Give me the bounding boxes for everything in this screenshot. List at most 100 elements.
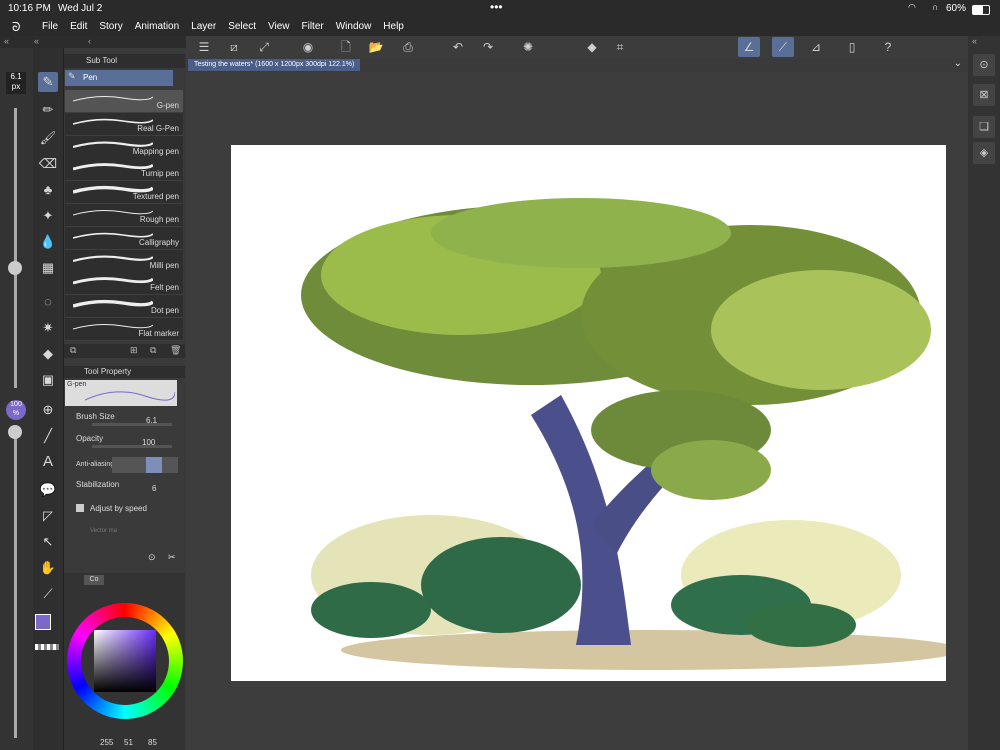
subtool-item[interactable]: Calligraphy <box>65 226 183 250</box>
multitask-dots-icon[interactable]: ••• <box>490 0 503 14</box>
fill-command-icon[interactable]: ◆ <box>584 39 600 55</box>
subtool-duplicate-icon[interactable]: ⧉ <box>150 345 156 356</box>
subtool-panel: Sub Tool ✎ Pen G-pen Real G-Pen Mapping pe… <box>64 48 185 361</box>
blend-tool-icon[interactable]: 💧 <box>38 232 58 252</box>
transform-icon[interactable]: ⤢ <box>256 39 272 55</box>
crop-icon[interactable]: ⌗ <box>612 39 628 55</box>
lasso-tool-icon[interactable]: ◌ <box>38 292 58 312</box>
grid-tool-icon[interactable]: ▦ <box>38 258 58 278</box>
canvas-resize-icon[interactable]: ⧄ <box>226 39 242 55</box>
subtool-item[interactable]: Dot pen <box>65 295 183 319</box>
layer-property-icon[interactable]: ⊠ <box>973 84 995 106</box>
document-tab[interactable]: Testing the waters* (1600 x 1200px 300dp… <box>188 59 361 71</box>
auto-select-tool-icon[interactable]: ✷ <box>38 318 58 338</box>
tool-property-header: Tool Property <box>64 366 185 378</box>
new-file-icon[interactable]: 🗋 <box>338 39 354 55</box>
opacity-value[interactable]: 100 <box>142 438 155 447</box>
menu-select[interactable]: Select <box>222 18 262 36</box>
menu-view[interactable]: View <box>262 18 296 36</box>
pencil-tool-icon[interactable]: ✏ <box>38 100 58 120</box>
gradient-tool-icon[interactable]: ▣ <box>38 370 58 390</box>
snap-ruler-icon[interactable]: ∠ <box>738 37 760 57</box>
record-icon[interactable]: ◉ <box>300 39 316 55</box>
line-tool-icon[interactable]: ╱ <box>38 426 58 446</box>
frame-tool-icon[interactable]: ◸ <box>38 506 58 526</box>
subtool-item[interactable]: Textured pen <box>65 181 183 205</box>
subtool-item-label: Turnip pen <box>141 169 179 179</box>
brush-size-bar[interactable] <box>92 423 172 426</box>
csp-logo-icon[interactable]: ᘐ <box>12 20 20 35</box>
text-tool-icon[interactable]: A <box>38 452 58 472</box>
brush-preset-preview[interactable]: G-pen <box>65 380 177 406</box>
subtool-item[interactable]: Rough pen <box>65 204 183 227</box>
navigator-icon[interactable]: ⊙ <box>973 54 995 76</box>
tool-property-wrench-icon[interactable]: ✂ <box>168 552 176 563</box>
decoration-tool-icon[interactable]: ♣ <box>38 180 58 200</box>
loading-icon[interactable]: ✺ <box>520 39 536 55</box>
save-icon[interactable]: ⎙ <box>400 39 416 55</box>
chevron-left-icon[interactable]: ‹ <box>88 36 91 46</box>
menu-edit[interactable]: Edit <box>64 18 93 36</box>
tool-property-menu-icon[interactable]: ⊙ <box>148 552 156 563</box>
open-file-icon[interactable]: 📂 <box>368 39 384 55</box>
stabilization-value[interactable]: 6 <box>152 484 156 493</box>
eraser-tool-icon[interactable]: ⌫ <box>38 154 58 174</box>
subtool-item[interactable]: Mapping pen <box>65 135 183 159</box>
canvas-paper[interactable] <box>231 145 946 681</box>
collapse-right-icon[interactable]: « <box>972 36 977 46</box>
device-settings-icon[interactable]: ▯ <box>844 39 860 55</box>
airbrush-tool-icon[interactable]: ✦ <box>38 206 58 226</box>
brush-tool-icon[interactable]: 🖌 <box>38 128 58 148</box>
opacity-slider-handle[interactable] <box>8 425 22 439</box>
subtool-delete-icon[interactable]: 🗑 <box>170 345 181 356</box>
brush-size-value[interactable]: 6.1 <box>146 416 157 425</box>
balloon-tool-icon[interactable]: 💬 <box>38 480 58 500</box>
collapse-left-icon[interactable]: « <box>34 36 39 46</box>
help-icon[interactable]: ? <box>880 39 896 55</box>
opacity-bar[interactable] <box>92 445 172 448</box>
main-color-swatch[interactable] <box>35 614 51 630</box>
menu-help[interactable]: Help <box>377 18 410 36</box>
subtool-settings-icon[interactable]: ⧉ <box>70 345 76 356</box>
hand-tool-icon[interactable]: ✋ <box>38 558 58 578</box>
layer-search-icon[interactable]: ❏ <box>973 116 995 138</box>
menu-layer[interactable]: Layer <box>185 18 222 36</box>
brush-size-slider-handle[interactable] <box>8 261 22 275</box>
pen-tool-icon[interactable]: ✎ <box>38 72 58 92</box>
color-g-value: 51 <box>124 738 133 747</box>
collapse-left-icon[interactable]: « <box>4 36 9 46</box>
menu-file[interactable]: File <box>36 18 64 36</box>
brush-size-slider-track[interactable] <box>14 108 17 388</box>
subtool-add-icon[interactable]: ⊞ <box>130 345 138 356</box>
subtool-item-label: Calligraphy <box>138 237 179 247</box>
snap-grid-icon[interactable]: ⊿ <box>808 39 824 55</box>
subtool-item[interactable]: Felt pen <box>65 272 183 296</box>
undo-icon[interactable]: ↶ <box>450 39 466 55</box>
opacity-slider-track[interactable] <box>14 428 17 738</box>
redo-icon[interactable]: ↷ <box>480 39 496 55</box>
menu-window[interactable]: Window <box>330 18 378 36</box>
move-tool-icon[interactable]: ↖ <box>38 532 58 552</box>
transparent-color-swatch[interactable] <box>35 644 59 650</box>
menu-story[interactable]: Story <box>93 18 128 36</box>
subtool-item[interactable]: Real G-Pen <box>65 112 183 136</box>
saturation-value-square[interactable] <box>94 630 156 692</box>
chevron-down-icon[interactable]: ⌄ <box>954 58 962 69</box>
snap-special-ruler-icon[interactable]: ⟋ <box>772 37 794 57</box>
color-tab[interactable]: Co <box>84 575 104 585</box>
eyedropper-tool-icon[interactable]: ⟋ <box>38 584 58 604</box>
fill-tool-icon[interactable]: ◆ <box>38 344 58 364</box>
menu-animation[interactable]: Animation <box>129 18 185 36</box>
subtool-item[interactable]: Turnip pen <box>65 158 183 182</box>
adjust-by-speed-checkbox[interactable] <box>76 504 84 512</box>
subtool-group-tab[interactable]: ✎ Pen <box>65 70 173 86</box>
operation-tool-icon[interactable]: ⊕ <box>38 400 58 420</box>
layers-icon[interactable]: ◈ <box>973 142 995 164</box>
subtool-item[interactable]: G-pen <box>65 90 183 113</box>
antialiasing-selected[interactable] <box>146 457 162 473</box>
antialiasing-selector[interactable] <box>112 457 178 473</box>
menu-filter[interactable]: Filter <box>295 18 329 36</box>
subtool-item[interactable]: Flat marker <box>65 318 183 341</box>
hamburger-menu-icon[interactable]: ☰ <box>196 39 212 55</box>
subtool-item[interactable]: Milli pen <box>65 249 183 273</box>
